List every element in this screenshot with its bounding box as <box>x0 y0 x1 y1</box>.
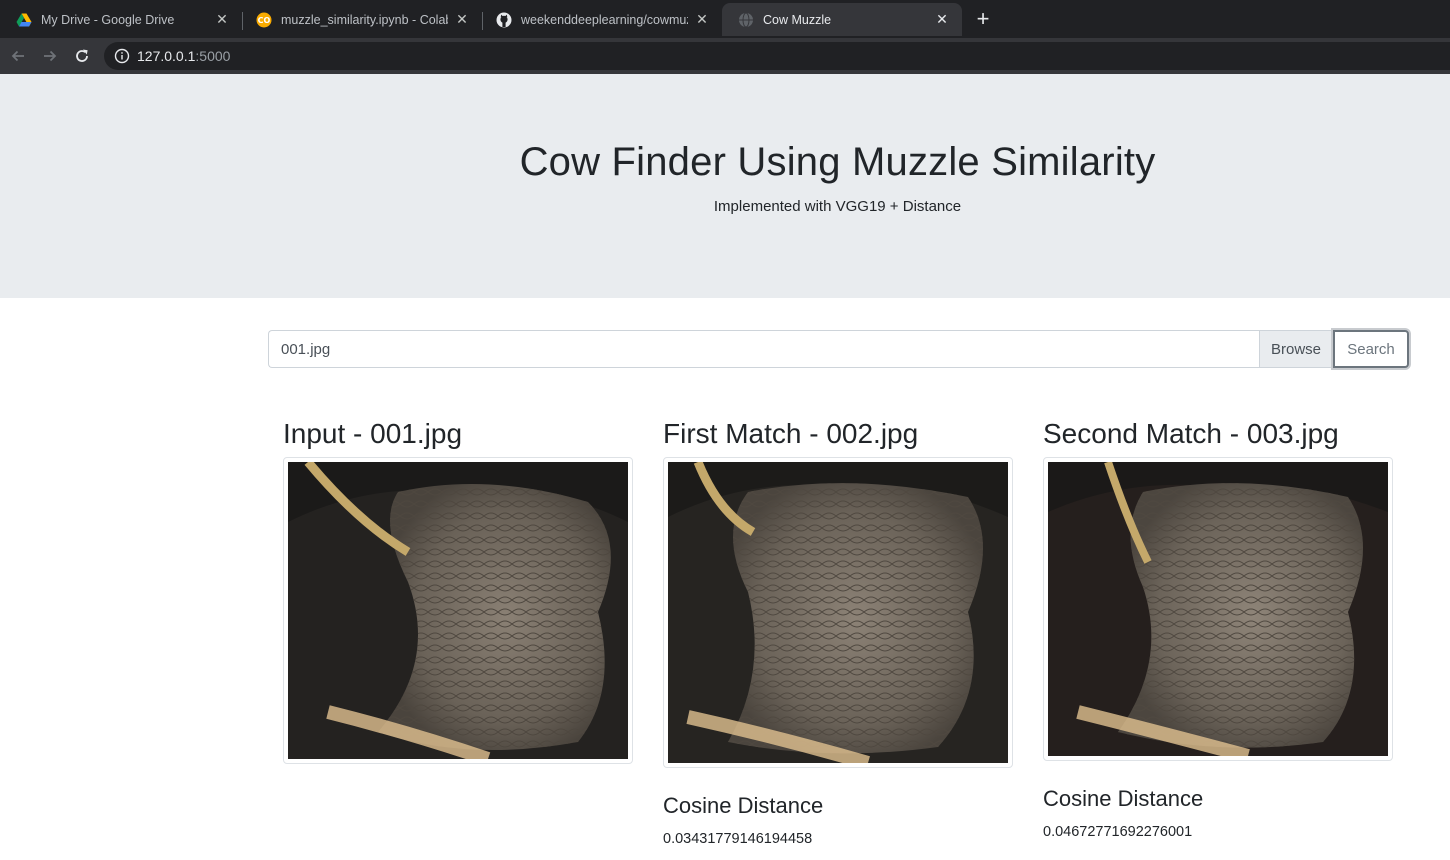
file-input[interactable]: 001.jpg <box>268 330 1259 368</box>
cow-muzzle-image <box>1048 462 1388 756</box>
tab-colab[interactable]: CO muzzle_similarity.ipynb - Colabor ✕ <box>240 3 483 36</box>
first-match-column: First Match - 002.jpg <box>663 414 1013 454</box>
tab-title: weekenddeeplearning/cowmuzzl <box>521 12 688 27</box>
search-button[interactable]: Search <box>1333 330 1409 368</box>
page-title-wrap: Cow Finder Using Muzzle Similarity <box>0 140 1450 185</box>
first-distance-label: Cosine Distance <box>663 793 824 818</box>
google-drive-icon <box>16 13 32 26</box>
page-header: Cow Finder Using Muzzle Similarity Imple… <box>0 74 1450 298</box>
forward-button[interactable] <box>38 44 62 68</box>
tab-github[interactable]: weekenddeeplearning/cowmuzzl ✕ <box>480 3 722 36</box>
close-icon[interactable]: ✕ <box>934 11 950 28</box>
page-subtitle: Implemented with VGG19 + Distance <box>713 198 962 215</box>
input-image <box>283 457 633 764</box>
arrow-right-icon <box>44 50 57 62</box>
second-distance-label: Cosine Distance <box>1043 786 1204 811</box>
tab-google-drive[interactable]: My Drive - Google Drive ✕ <box>0 3 243 36</box>
cow-muzzle-image <box>288 462 628 759</box>
browser-toolbar: 127.0.0.1:5000 <box>0 38 1450 74</box>
tab-title: muzzle_similarity.ipynb - Colabor <box>281 12 448 27</box>
second-distance-value: 0.04672771692276001 <box>1043 824 1193 840</box>
tab-title: Cow Muzzle <box>763 12 832 27</box>
url-host: 127.0.0.1 <box>137 48 196 64</box>
input-title: Input - 001.jpg <box>283 418 463 449</box>
browser-tab-strip: My Drive - Google Drive ✕ CO muzzle_simi… <box>0 0 1450 38</box>
close-icon[interactable]: ✕ <box>214 11 230 28</box>
second-match-image <box>1043 457 1393 761</box>
tab-cow-muzzle[interactable]: Cow Muzzle ✕ <box>722 3 962 36</box>
reload-button[interactable] <box>70 44 94 68</box>
address-bar[interactable]: 127.0.0.1:5000 <box>104 42 1450 70</box>
colab-icon: CO <box>256 12 272 27</box>
globe-icon <box>739 12 753 27</box>
second-match-title: Second Match - 003.jpg <box>1043 418 1339 449</box>
input-column: Input - 001.jpg <box>283 414 633 454</box>
page-title: Cow Finder Using Muzzle Similarity <box>519 140 1156 184</box>
close-icon[interactable]: ✕ <box>454 11 470 28</box>
tab-title: My Drive - Google Drive <box>41 12 175 27</box>
new-tab-button[interactable]: + <box>970 6 996 32</box>
first-match-title: First Match - 002.jpg <box>663 418 919 449</box>
cow-muzzle-image <box>668 462 1008 763</box>
svg-text:CO: CO <box>258 16 271 25</box>
search-form: 001.jpg Browse Search <box>268 330 1409 368</box>
first-distance-value: 0.03431779146194458 <box>663 831 813 847</box>
url-port: :5000 <box>195 48 231 64</box>
page-subtitle-wrap: Implemented with VGG19 + Distance <box>0 198 1450 215</box>
browse-button[interactable]: Browse <box>1259 330 1333 368</box>
close-icon[interactable]: ✕ <box>694 11 710 28</box>
info-icon[interactable] <box>114 48 130 64</box>
reload-icon <box>76 49 88 62</box>
second-match-column: Second Match - 003.jpg <box>1043 414 1393 454</box>
arrow-left-icon <box>11 50 24 62</box>
back-button[interactable] <box>6 44 30 68</box>
github-icon <box>496 12 512 27</box>
first-match-image <box>663 457 1013 768</box>
